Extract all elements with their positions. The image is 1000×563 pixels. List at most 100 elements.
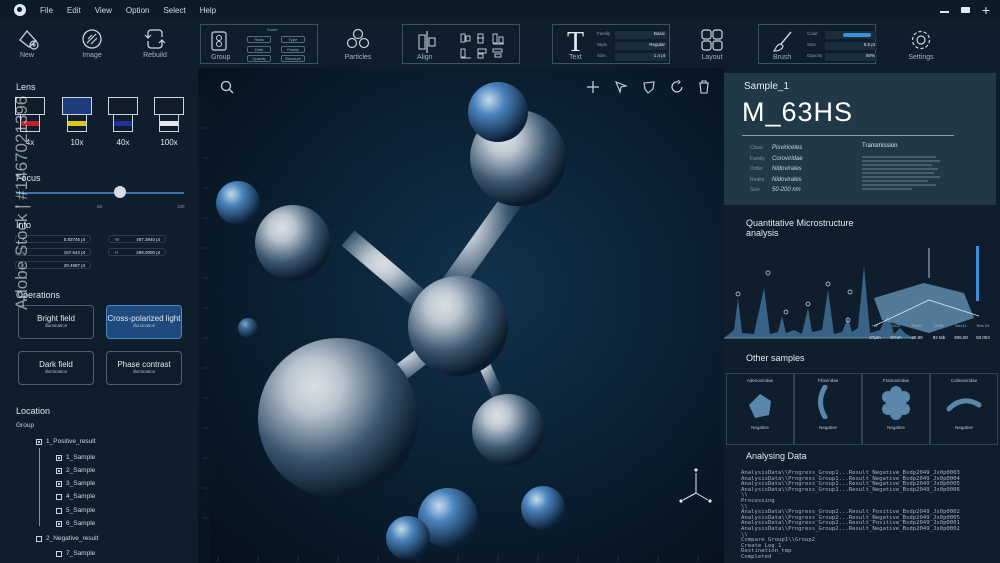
search-icon[interactable] [220,80,234,97]
tree-checkbox[interactable] [36,438,42,445]
add-icon[interactable] [586,80,600,97]
app-logo-icon [14,4,26,16]
other-sample-name: Filoviridae [817,378,839,383]
tree-item[interactable]: 5_Sample [56,507,95,514]
focus-slider-handle[interactable] [114,186,127,198]
brush-opacity-field[interactable]: Opacity 50% [807,53,877,61]
menu-select[interactable]: Select [163,6,185,15]
image-button[interactable]: Image [67,28,117,59]
tree-checkbox[interactable] [56,493,62,500]
rebuild-button[interactable]: Rebuild [130,28,180,59]
settings-label: Settings [908,54,934,61]
trash-icon[interactable] [698,80,710,97]
other-sample-card[interactable]: Adenoviridae Negative [726,373,794,445]
group-chip[interactable]: Rank [247,36,271,43]
brush-color-label: Color [807,31,818,36]
tree-label: 5_Sample [66,507,96,514]
filovirus-icon [818,384,828,420]
text-panel: T Text Family Basic Style Regular Size 1.4 … [552,24,670,64]
other-sample-card[interactable]: Colmaviridae Negative [930,373,998,445]
spec-value: Nidovirales [772,166,802,172]
watermark: Adobe Stock | #1467021396 [12,95,31,310]
menu-option[interactable]: Option [126,6,150,15]
group-chip[interactable]: Date [247,46,271,53]
op-sub: illumination [44,323,68,328]
tree-checkbox[interactable] [56,480,62,487]
tree-checkbox[interactable] [56,467,62,474]
lens-option[interactable]: 40x [108,97,138,147]
particles-button[interactable]: Particles [333,28,383,61]
lens-option[interactable]: 100x [154,97,184,147]
info-value: 5.83746 pt [63,237,85,242]
rotate-icon[interactable] [670,79,684,97]
stat-value: 93.004 [976,335,990,340]
menu-file[interactable]: File [40,6,53,15]
group-chip[interactable]: Opacity [247,55,271,62]
tree-checkbox[interactable] [56,507,62,514]
spec-row: Family Coroviridae [750,154,803,165]
brush-size-field[interactable]: Size 5.6 pt [807,42,877,50]
bright-field-button[interactable]: Bright field illumination [18,305,94,339]
sample-label: Sample_1 [744,81,790,92]
menu-help[interactable]: Help [200,6,216,15]
specs-list: Class Pisviricetes Family Coroviridae Orde… [750,143,803,196]
particles-icon [346,28,370,49]
group-chip[interactable]: Type [281,36,305,43]
phase-contrast-button[interactable]: Phase contrast illumination [106,351,182,385]
tree-item[interactable]: 4_Sample [56,493,95,500]
other-sample-card[interactable]: Filoviridae Negative [794,373,862,445]
add-window-icon[interactable]: + [982,3,990,17]
dark-field-button[interactable]: Dark field illumination [18,351,94,385]
tree-checkbox[interactable] [56,550,62,557]
menu-view[interactable]: View [95,6,112,15]
layout-button[interactable]: Layout [687,28,737,61]
minimize-icon[interactable] [939,11,949,13]
gear-icon [911,30,931,50]
focus-tick: 50 [97,204,103,209]
tree-checkbox[interactable] [36,535,42,542]
op-label: Dark field [39,360,73,369]
stat-key: Res 24 [976,323,990,328]
transmission-title: Transmission [862,143,898,149]
maximize-icon[interactable] [960,7,970,13]
brush-color-field[interactable]: Color [807,31,877,39]
tree-item[interactable]: 1_Sample [56,454,95,461]
lens-option[interactable]: 10x [62,97,92,147]
tree-item[interactable]: 7_Sample [56,550,95,557]
lens-title: Lens [16,82,36,92]
tree-item-negative[interactable]: 2_Negative_result [36,535,98,542]
stat: Pixel2 29.89 [906,323,928,340]
brush-size-value: 5.6 pt [863,42,875,47]
text-style-field[interactable]: Style Regular [597,42,667,50]
spec-row: Realm Nidovirales [750,175,803,186]
tree-item[interactable]: 3_Sample [56,480,95,487]
analysis-title: Quantitative Microstructure analysis [746,218,854,238]
pointer-icon[interactable] [614,80,628,97]
stat-key: Pixel2 [911,323,923,328]
cross-polarized-button[interactable]: Cross-polarized light illumination [106,305,182,339]
new-file-icon [19,29,39,50]
colmavirus-icon [946,398,982,412]
shield-select-icon[interactable] [642,80,656,97]
menu-edit[interactable]: Edit [67,6,81,15]
group-chip[interactable]: Family [281,46,305,53]
text-family-field[interactable]: Family Basic [597,31,667,39]
tree-item[interactable]: 6_Sample [56,520,95,527]
transmission-text-block [862,156,940,190]
new-button[interactable]: New [2,28,52,59]
text-style-value: Regular [649,42,665,47]
tree-item-positive[interactable]: 1_Positive_result [36,438,96,445]
text-size-field[interactable]: Size 1.4 pt [597,53,667,61]
brush-size-label: Size [807,42,816,47]
focus-slider-track[interactable] [16,192,184,194]
tree-item[interactable]: 2_Sample [56,467,95,474]
other-sample-card[interactable]: Framoviridae Negative [862,373,930,445]
spec-key: Size [750,187,760,193]
microscope-viewport[interactable] [198,68,724,563]
tree-checkbox[interactable] [56,454,62,461]
align-icon [418,31,436,53]
brush-opacity-label: Opacity [807,53,823,58]
tree-checkbox[interactable] [56,520,62,527]
group-chip[interactable]: Structure [281,55,305,62]
settings-button[interactable]: Settings [896,28,946,61]
